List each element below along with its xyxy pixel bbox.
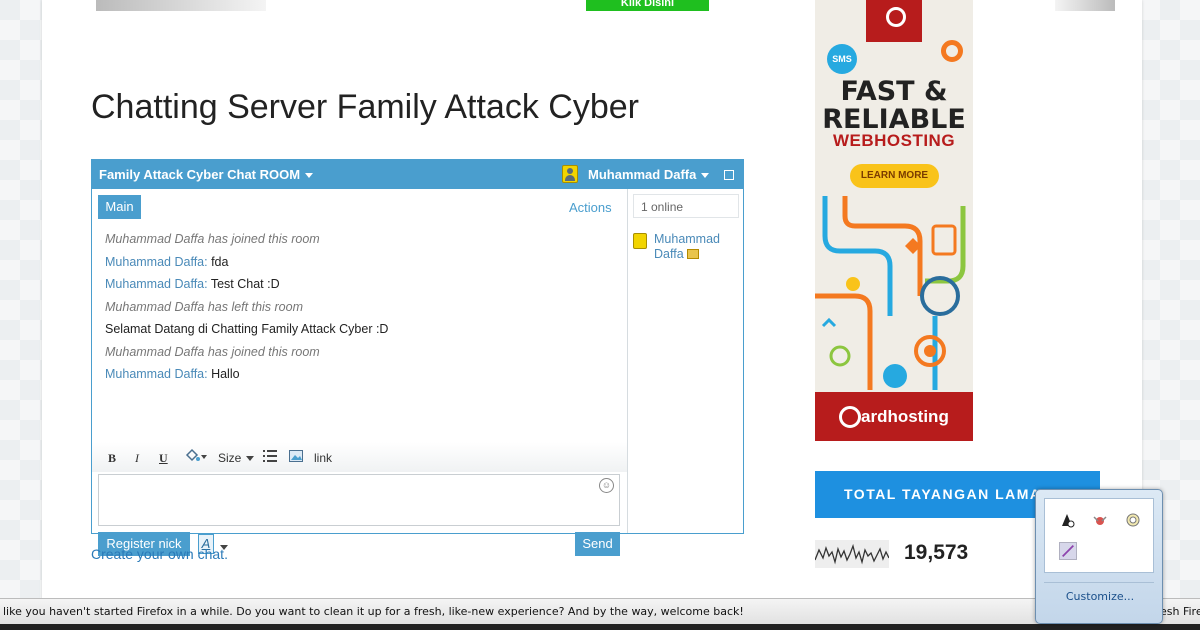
chat-message: Muhammad Daffa has joined this room xyxy=(105,344,615,367)
current-username: Muhammad Daffa xyxy=(588,167,697,182)
smiley-icon[interactable]: ☺ xyxy=(599,478,614,493)
chat-message: Muhammad Daffa: fda xyxy=(105,254,615,277)
learn-more-button[interactable]: LEARN MORE xyxy=(850,164,939,188)
klik-disini-button[interactable]: Klik Disini xyxy=(586,0,709,11)
message-text: fda xyxy=(207,254,229,269)
message-nick[interactable]: Muhammad Daffa: xyxy=(105,277,208,291)
tray-icon-area xyxy=(1044,498,1154,573)
message-text: Muhammad Daffa has left this room xyxy=(105,299,303,314)
room-title: Family Attack Cyber Chat ROOM xyxy=(99,167,301,182)
firefox-notification-bar: like you haven't started Firefox in a wh… xyxy=(0,598,1200,624)
bullet-list-icon xyxy=(263,450,277,462)
online-users-panel: 1 online Muhammad Daffa xyxy=(627,189,743,533)
webhosting-ad[interactable]: SMS FAST & RELIABLE WEBHOSTING LEARN MOR… xyxy=(815,0,973,441)
notification-text: like you haven't started Firefox in a wh… xyxy=(3,605,744,618)
update-icon[interactable] xyxy=(1092,512,1108,528)
chat-message: Muhammad Daffa has joined this room xyxy=(105,231,615,254)
chat-message: Muhammad Daffa: Test Chat :D xyxy=(105,276,615,299)
actions-link[interactable]: Actions xyxy=(569,200,612,215)
pageviews-sparkline xyxy=(815,540,889,568)
chevron-down-icon xyxy=(305,173,314,179)
message-input[interactable]: ☺ xyxy=(98,474,620,526)
list-button[interactable] xyxy=(263,449,277,466)
chat-header: Family Attack Cyber Chat ROOM Muhammad D… xyxy=(92,160,743,189)
tray-separator xyxy=(1044,582,1154,583)
ad-subline: WEBHOSTING xyxy=(832,131,956,150)
message-list: Muhammad Daffa has joined this room Muha… xyxy=(105,231,615,389)
online-user-name: Muhammad Daffa xyxy=(654,232,739,262)
chat-main-panel: Main Actions Muhammad Daffa has joined t… xyxy=(92,189,627,556)
size-label: Size xyxy=(218,451,242,465)
magnifier-icon xyxy=(941,40,963,62)
tab-main[interactable]: Main xyxy=(98,195,141,219)
notification-text-right: esh Fire xyxy=(1160,605,1200,618)
paint-bucket-icon xyxy=(185,448,207,462)
ad-headline: FAST & RELIABLE xyxy=(822,76,966,135)
minimize-icon[interactable] xyxy=(724,170,734,180)
chat-message: Muhammad Daffa has left this room xyxy=(105,299,615,322)
top-banner-right xyxy=(1055,0,1115,11)
bold-button[interactable]: B xyxy=(108,451,116,466)
chat-message: Selamat Datang di Chatting Family Attack… xyxy=(105,321,615,344)
user-avatar-icon xyxy=(562,165,578,183)
image-button[interactable] xyxy=(289,450,303,465)
message-text: Selamat Datang di Chatting Family Attack… xyxy=(105,322,389,336)
send-button[interactable]: Send xyxy=(575,532,620,556)
room-menu[interactable]: Family Attack Cyber Chat ROOM xyxy=(99,167,314,182)
message-text: Muhammad Daffa has joined this room xyxy=(105,344,320,359)
color-button[interactable] xyxy=(184,448,208,467)
chevron-down-icon xyxy=(246,456,255,462)
user-menu[interactable]: Muhammad Daffa xyxy=(588,167,710,182)
message-text: Muhammad Daffa has joined this room xyxy=(105,232,320,246)
underline-button[interactable]: U xyxy=(159,451,168,466)
italic-button[interactable]: I xyxy=(135,451,139,466)
crown-icon xyxy=(686,249,699,259)
image-icon xyxy=(289,450,303,462)
ad-brand: ardhosting xyxy=(815,392,973,441)
tray-overflow-popup: Customize... xyxy=(1035,489,1163,624)
message-text: Test Chat :D xyxy=(207,277,280,291)
power-icon[interactable] xyxy=(1125,512,1141,528)
taskbar-strip xyxy=(0,624,1200,630)
top-banner-left xyxy=(96,0,266,11)
chat-message: Muhammad Daffa: Hallo xyxy=(105,366,615,389)
format-toolbar: B I U Size link xyxy=(92,442,627,472)
network-icon[interactable] xyxy=(1059,512,1075,528)
size-button[interactable]: Size xyxy=(218,451,255,465)
chat-widget: Family Attack Cyber Chat ROOM Muhammad D… xyxy=(91,159,744,556)
user-avatar-icon xyxy=(633,233,647,249)
chevron-down-icon xyxy=(701,173,710,179)
ad-illustration xyxy=(815,196,966,390)
post-title: Chatting Server Family Attack Cyber xyxy=(91,88,639,126)
customize-link[interactable]: Customize... xyxy=(1036,590,1164,603)
pen-tablet-icon[interactable] xyxy=(1059,542,1077,560)
message-nick[interactable]: Muhammad Daffa: xyxy=(105,367,208,381)
create-chat-link[interactable]: Create your own chat. xyxy=(91,546,228,562)
online-count: 1 online xyxy=(633,194,739,218)
message-nick[interactable]: Muhammad Daffa: xyxy=(105,255,208,269)
pageviews-count: 19,573 xyxy=(904,541,969,564)
link-button[interactable]: link xyxy=(314,451,332,465)
message-text: Hallo xyxy=(207,367,240,381)
ardhosting-logo xyxy=(866,0,922,42)
sms-bubble: SMS xyxy=(827,44,857,74)
